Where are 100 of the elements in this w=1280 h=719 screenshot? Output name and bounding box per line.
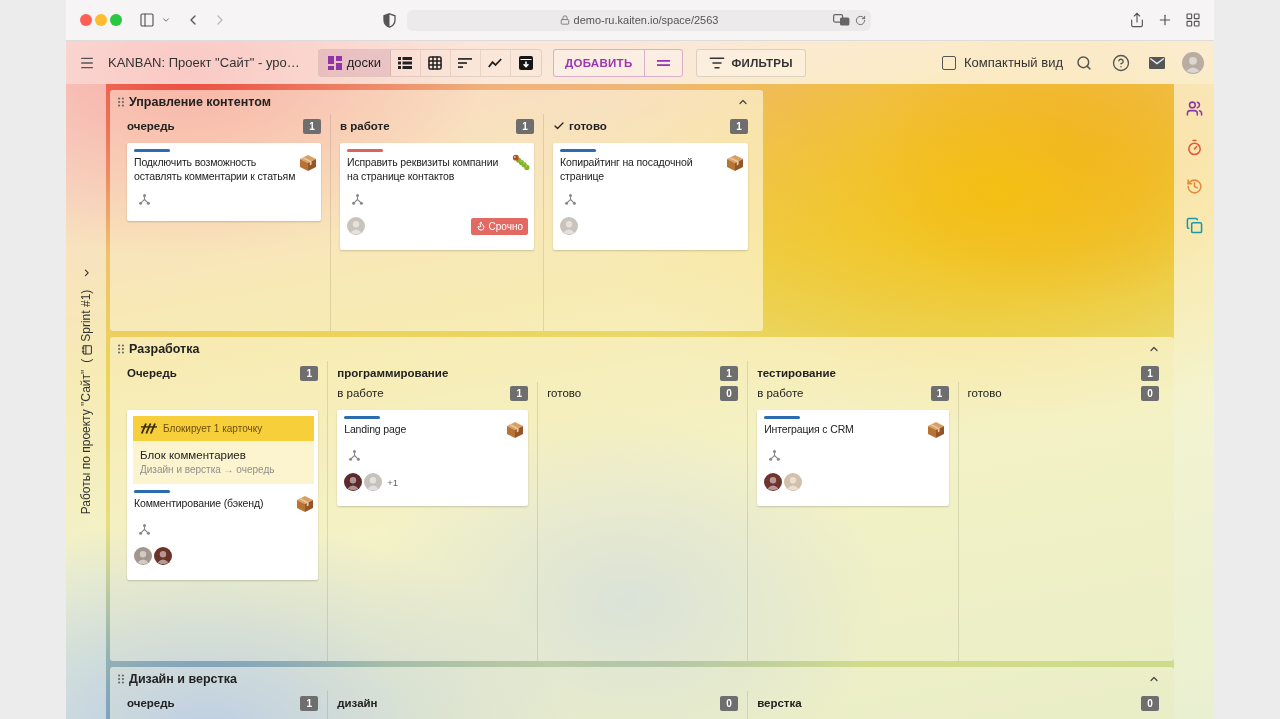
lock-icon [559,15,570,25]
package-icon [926,421,945,439]
archive-icon [518,55,533,70]
count-badge: 0 [720,385,739,401]
column-title: программирование [337,367,449,379]
card-title: Подключить возможность оставлять комментарии к статьям [134,155,297,183]
check-icon [553,120,565,132]
nodes-icon [139,193,150,205]
column-title: готово [967,387,1002,399]
flame-icon [475,221,486,231]
address-bar[interactable]: demo-ru.kaiten.io/space/2563 [407,9,871,31]
card[interactable]: Блокирует 1 карточку Блок комментариев Дизайн и верстка → очередь Комментирование (бэкенд) [127,410,319,580]
people-icon[interactable] [1185,100,1203,117]
share-icon[interactable] [1129,12,1145,28]
card-title: Копирайтинг на посадочной странице [560,155,694,183]
package-icon [506,421,525,439]
column-title: в работе [340,120,390,132]
linked-card-path: Дизайн и верстка → очередь [140,463,276,476]
nodes-icon [565,193,576,205]
column-title: Очередь [127,367,177,379]
count-badge: 0 [1141,385,1160,401]
calendar-icon [80,344,92,356]
column-title: очередь [127,120,175,132]
count-badge: 0 [720,695,739,711]
url-text: demo-ru.kaiten.io/space/2563 [573,14,719,26]
new-tab-icon[interactable] [1157,12,1173,28]
drag-handle-icon[interactable] [118,674,124,684]
nodes-icon [139,523,150,535]
chevron-down-icon[interactable] [161,15,171,25]
window-close-icon[interactable] [80,14,92,26]
count-badge: 1 [516,118,534,134]
table-icon [427,54,444,71]
add-options-button[interactable] [644,48,683,77]
drag-handle-icon[interactable] [118,344,124,354]
compact-view-checkbox[interactable] [942,55,957,70]
card[interactable]: Подключить возможность оставлять комментарии к статьям [127,143,321,221]
view-tab[interactable]: доски [318,49,391,76]
column-title: верстка [757,697,802,709]
caterpillar-icon [512,154,530,171]
chart-icon [488,57,503,68]
card-title: Комментирование (бэкенд) [134,496,265,510]
count-badge: 1 [720,365,739,381]
barrier-icon [141,423,157,434]
sidebar-icon[interactable] [139,12,155,28]
column-title: готово [547,387,582,399]
tabs-overview-icon[interactable] [1185,12,1201,28]
board-name: Работы по проекту "Сайт" [79,369,93,514]
package-icon [296,495,315,513]
shield-icon[interactable] [383,12,396,28]
compact-view-label: Компактный вид [964,55,1063,70]
card[interactable]: Интеграция с CRM [757,410,949,506]
sort-icon [458,57,473,68]
sprint-label: Sprint #1) [79,289,93,342]
add-button[interactable]: ДОБАВИТЬ [552,48,645,77]
count-badge: 1 [303,118,321,134]
count-badge: 1 [1141,365,1159,381]
nodes-icon [769,449,781,461]
reload-icon[interactable] [855,14,866,26]
mail-icon[interactable] [1149,56,1165,69]
count-badge: 1 [510,385,529,401]
count-badge: 1 [930,385,949,401]
column-title: очередь [127,697,175,709]
drag-handle-icon[interactable] [118,97,124,107]
count-badge: 1 [300,365,319,381]
lane-title: Дизайн и верстка [129,672,237,686]
card[interactable]: Landing page +1 [337,410,529,506]
list-icon [398,56,413,69]
card[interactable]: Исправить реквизиты компании на странице контактов Срочно [340,143,534,250]
count-badge: 0 [1141,695,1159,711]
timer-icon[interactable] [1185,139,1203,156]
filter-button[interactable]: ФИЛЬТРЫ [695,48,806,77]
count-badge: 1 [730,118,748,134]
board-title: KANBAN: Проект "Сайт" - уро… [108,55,300,70]
sprint-paren: ( [79,358,93,363]
package-icon [299,154,317,172]
column-title: дизайн [337,697,378,709]
count-badge: 1 [300,695,319,711]
cards-icon[interactable] [1185,217,1203,234]
column-title: готово [569,120,607,132]
card[interactable]: Копирайтинг на посадочной странице [553,143,748,250]
translate-icon[interactable] [833,14,850,26]
card-title: Интеграция с CRM [764,422,855,436]
card-title: Исправить реквизиты компании на странице контактов [347,155,500,183]
column-title: в работе [337,387,384,399]
package-icon [726,154,744,172]
equals-icon [656,59,670,66]
linked-card-panel[interactable]: Блок комментариев Дизайн и верстка → очередь [133,441,315,484]
nodes-icon [352,193,363,205]
board-icon [327,55,342,70]
lane-title: Разработка [129,342,200,356]
blocker-label: Блокирует 1 карточку [163,423,263,434]
nodes-icon [349,449,361,461]
search-icon[interactable] [1076,54,1092,71]
column-title: в работе [757,387,804,399]
help-icon[interactable] [1112,53,1130,72]
column-title: тестирование [757,367,836,379]
card-title: Landing page [344,422,408,436]
more-count: +1 [387,476,399,488]
lane-title: Управление контентом [129,95,271,109]
linked-card-title: Блок комментариев [140,448,247,462]
